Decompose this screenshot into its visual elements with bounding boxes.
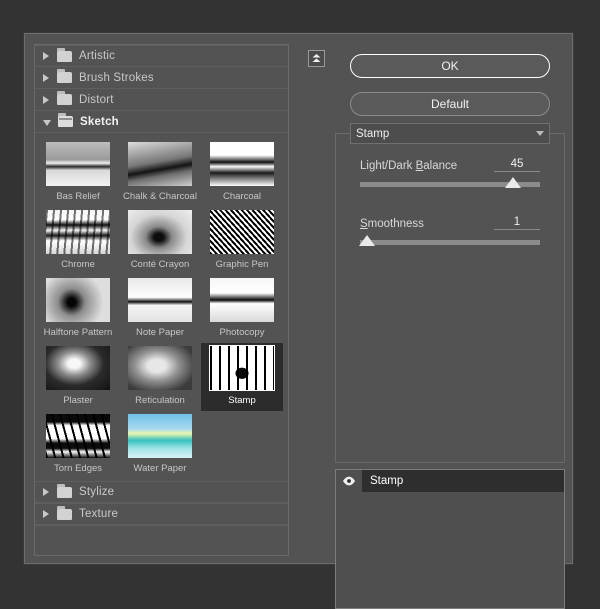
filter-thumbnail-preview [46,278,110,322]
layer-visibility-toggle[interactable] [336,470,362,492]
filter-category-sketch[interactable]: Sketch [35,111,288,133]
double-chevron-up-icon [312,54,321,62]
filter-thumbnail-note-paper[interactable]: Note Paper [119,275,201,343]
filter-thumbnail-preview [46,414,110,458]
slider-header: Smoothness 1 [360,214,540,230]
filter-thumbnail-graphic-pen[interactable]: Graphic Pen [201,207,283,275]
triangle-down-icon [43,119,51,126]
filter-category-label: Texture [79,508,119,520]
filter-thumbnail-photocopy[interactable]: Photocopy [201,275,283,343]
filter-thumbnail-label: Chalk & Charcoal [123,191,197,202]
filter-thumbnail-torn-edges[interactable]: Torn Edges [37,411,119,479]
filter-thumbnail-grid[interactable]: Bas Relief Chalk & Charcoal Charcoal Chrome… [35,133,288,481]
triangle-right-icon [43,73,49,82]
filter-thumbnail-halftone-pattern[interactable]: Halftone Pattern [37,275,119,343]
filter-thumbnail-label: Torn Edges [53,463,103,474]
filter-thumbnail-preview [46,210,110,254]
filter-category-stylize[interactable]: Stylize [35,481,288,503]
folder-icon [57,47,72,62]
filter-thumbnail-preview [128,210,192,254]
collapse-preview-panel-button[interactable] [308,50,325,67]
settings-group-box: Stamp Light/Dark Balance 45 Smoothness 1 [335,123,565,463]
slider-track[interactable] [360,177,540,188]
filter-thumbnail-preview [209,345,275,391]
triangle-right-icon [43,52,49,60]
eye-icon [343,476,355,486]
slider-value-field[interactable]: 1 [494,216,540,230]
filter-thumbnail-label: Charcoal [222,191,262,202]
filter-gallery-dialog: Artistic Brush Strokes Distort Sketch Bas R… [24,33,573,609]
filter-category-texture[interactable]: Texture [35,503,288,525]
filter-name-value: Stamp [356,127,390,140]
ok-button[interactable]: OK [350,54,550,78]
folder-icon [57,69,72,83]
filter-thumbnail-preview [128,346,192,390]
filter-thumbnail-preview [210,210,274,254]
filter-name-dropdown[interactable]: Stamp [350,123,550,144]
slider-label: Light/Dark Balance [360,160,458,172]
filter-category-list[interactable]: Artistic Brush Strokes Distort Sketch Bas R… [34,44,289,556]
slider-value-field[interactable]: 45 [494,158,540,172]
folder-icon [57,91,72,105]
filter-category-label: Sketch [80,115,119,128]
filter-thumbnail-reticulation[interactable]: Reticulation [119,343,201,411]
filter-thumbnail-label: Water Paper [133,463,187,474]
chevron-down-icon [536,131,544,136]
filter-category-label: Artistic [79,50,116,62]
filter-thumbnail-label: Plaster [63,395,93,406]
effect-layer-list[interactable]: Stamp [335,469,565,609]
slider-track[interactable] [359,235,540,246]
filter-thumbnail-preview [210,142,274,186]
filter-category-artistic[interactable]: Artistic [35,45,288,67]
filter-thumbnail-label: Conté Crayon [130,259,190,270]
filter-settings-panel: OK Default Stamp Light/Dark Balance 45 Smo… [335,44,565,609]
slider-thumb[interactable] [505,177,521,188]
slider-light-dark-balance: Light/Dark Balance 45 [360,156,540,188]
slider-header: Light/Dark Balance 45 [360,156,540,172]
filter-thumbnail-label: Chrome [61,259,95,270]
filter-thumbnail-label: Halftone Pattern [43,327,113,338]
filter-thumbnail-preview [128,142,192,186]
filter-list-tail [35,525,288,543]
effect-layer-row[interactable]: Stamp [336,470,564,492]
filter-thumbnail-label: Reticulation [135,395,185,406]
filter-thumbnail-label: Bas Relief [56,191,100,202]
filter-thumbnail-preview [210,278,274,322]
triangle-right-icon [43,488,49,496]
slider-smoothness: Smoothness 1 [359,214,540,246]
filter-category-label: Stylize [79,486,115,498]
filter-category-brush-strokes[interactable]: Brush Strokes [35,67,288,89]
filter-category-label: Brush Strokes [79,71,154,84]
filter-thumbnail-plaster[interactable]: Plaster [37,343,119,411]
triangle-right-icon [43,510,49,518]
filter-category-label: Distort [79,93,114,106]
filter-thumbnail-conte-crayon[interactable]: Conté Crayon [119,207,201,275]
filter-thumbnail-bas-relief[interactable]: Bas Relief [37,139,119,207]
filter-thumbnail-label: Graphic Pen [215,259,269,270]
filter-thumbnail-chrome[interactable]: Chrome [37,207,119,275]
filter-thumbnail-preview [46,346,110,390]
folder-icon [57,505,72,520]
filter-category-distort[interactable]: Distort [35,89,288,111]
filter-thumbnail-label: Photocopy [219,327,265,338]
filter-thumbnail-charcoal[interactable]: Charcoal [201,139,283,207]
slider-thumb[interactable] [359,235,376,246]
filter-thumbnail-preview [46,142,110,186]
folder-open-icon [58,113,73,127]
triangle-right-icon [43,95,49,104]
filter-thumbnail-label: Stamp [228,395,256,406]
filter-thumbnail-preview [128,414,192,458]
default-button[interactable]: Default [350,92,550,116]
filter-thumbnail-chalk-charcoal[interactable]: Chalk & Charcoal [119,139,201,207]
folder-icon [57,483,72,498]
filter-thumbnail-water-paper[interactable]: Water Paper [119,411,201,479]
filter-thumbnail-preview [128,278,192,322]
effect-layer-name: Stamp [370,475,404,487]
slider-label: Smoothness [360,218,424,230]
filter-thumbnail-label: Note Paper [135,327,185,338]
filter-thumbnail-stamp[interactable]: Stamp [201,343,283,411]
